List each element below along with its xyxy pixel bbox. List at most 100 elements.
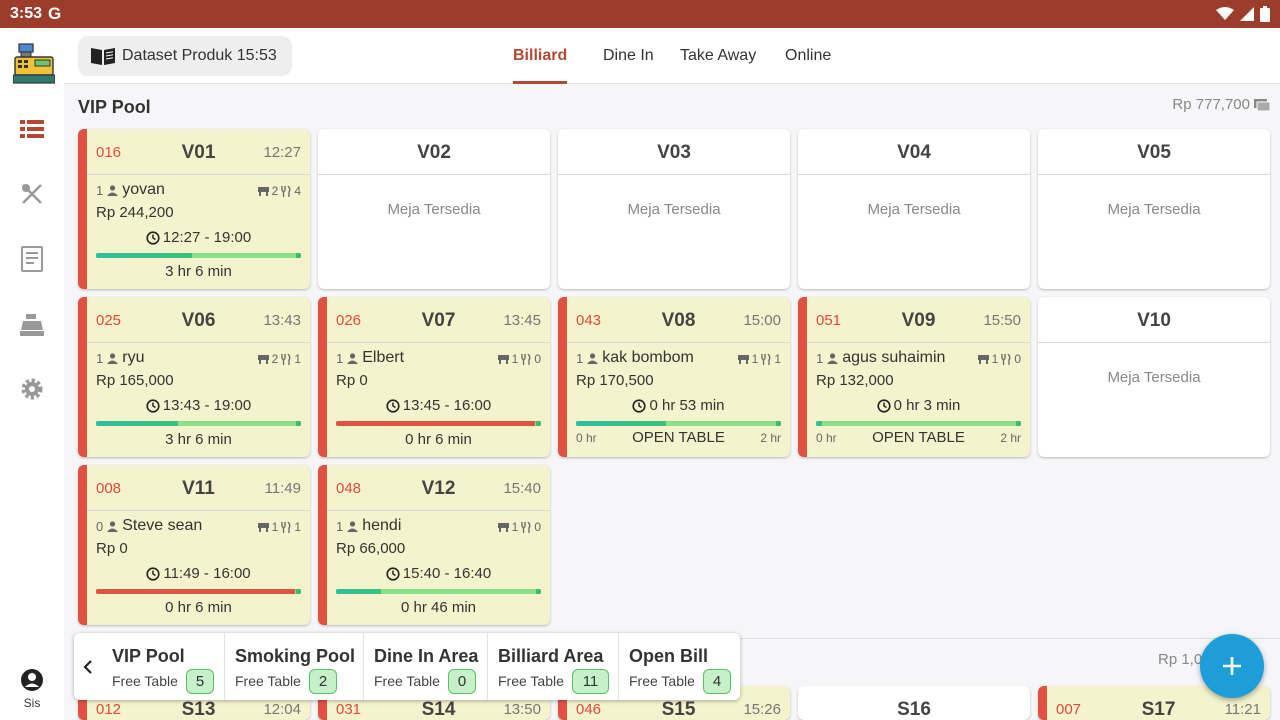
clock-icon [632,398,647,413]
item-count: 1 [774,352,781,366]
guest-info: 1 agus suhaimin [816,349,945,367]
user-profile[interactable]: Sis [0,668,64,710]
item-count: 1 [294,352,301,366]
fork-knife-icon [761,353,771,365]
plus-icon [1223,657,1241,675]
sidebar: Sis [0,28,64,720]
sidebar-item-settings[interactable] [0,364,64,414]
table-card-v08[interactable]: V08 043 15:00 1 kak bombom 1 1 Rp 170,500 0 hr 5… [558,297,790,457]
table-card-header: V10 [1038,297,1270,343]
battery-icon [1260,6,1270,22]
bill-amount: Rp 0 [96,540,128,557]
area-nav-open-bill[interactable]: Open Bill Free Table 4 [618,633,740,700]
bill-amount: Rp 170,500 [576,372,654,389]
table-card-v05[interactable]: V05 Meja Tersedia [1038,129,1270,289]
area-nav-billiard-area[interactable]: Billiard Area Free Table 11 [487,633,618,700]
time-period: 0 hr 53 min [567,397,790,414]
period-text: 13:43 - 19:00 [162,397,252,414]
table-count-icon [977,354,989,364]
guest-info: 1 ryu [96,349,144,367]
free-count-badge: 4 [703,669,731,694]
area-nav: VIP Pool Free Table 5 Smoking Pool Free … [74,633,740,700]
money-icon [1254,98,1270,111]
time-period: 15:40 - 16:40 [327,565,550,582]
table-card-v10[interactable]: V10 Meja Tersedia [1038,297,1270,457]
area-nav-dine-in-area[interactable]: Dine In Area Free Table 0 [363,633,487,700]
order-meta: 10 [977,352,1021,366]
order-meta: 10 [497,352,541,366]
table-card-header: V09 051 15:50 [807,297,1030,343]
table-name: V02 [417,142,451,163]
progress-fill [576,421,667,426]
area-nav-vip-pool[interactable]: VIP Pool Free Table 5 [102,633,225,700]
gear-icon [21,378,43,400]
fork-knife-icon [521,521,531,533]
bill-number: 031 [336,701,362,718]
table-count: 1 [271,520,279,534]
tab-online[interactable]: Online [785,28,831,84]
table-count: 1 [511,352,519,366]
tab-billiard[interactable]: Billiard [513,28,568,84]
sidebar-item-menu[interactable] [0,169,64,219]
person-icon [827,352,839,364]
google-icon: G [48,4,62,23]
cash-register-logo-icon[interactable] [13,42,55,84]
time-period: 13:45 - 16:00 [327,397,550,414]
order-meta: 24 [257,184,301,198]
elapsed-duration: 0 hr 6 min [165,599,232,616]
progress-fill [336,421,535,426]
tab-take-away[interactable]: Take Away [680,28,756,84]
progress-bar [96,589,301,594]
table-card-s16[interactable]: S16 [798,686,1030,720]
person-icon [107,520,119,532]
table-card-v03[interactable]: V03 Meja Tersedia [558,129,790,289]
table-name: S16 [897,699,931,720]
area-nav-back-button[interactable] [74,633,102,700]
customer-name: hendi [362,517,402,534]
start-time: 12:04 [263,701,301,718]
period-text: 12:27 - 19:00 [162,229,252,246]
table-card-v01[interactable]: V01 016 12:27 1 yovan 2 4 Rp 244,200 12:27 - 19:… [78,129,310,289]
item-count: 1 [294,520,301,534]
table-card-header: V11 008 11:49 [87,465,310,511]
free-label: Free Table [374,673,440,689]
bill-number: 007 [1056,701,1082,718]
period-text: 13:45 - 16:00 [402,397,492,414]
open-min: 0 hr [816,430,837,445]
area-nav-smoking-pool[interactable]: Smoking Pool Free Table 2 [224,633,363,700]
progress-tip [296,589,301,594]
sidebar-item-tables[interactable] [0,104,64,154]
bill-amount: Rp 165,000 [96,372,174,389]
table-card-v07[interactable]: V07 026 13:45 1 Elbert 1 0 Rp 0 13:45 - 16:00 0 h… [318,297,550,457]
table-card-header: V03 [558,129,790,175]
sidebar-item-cashier[interactable] [0,300,64,350]
guest-info: 0 Steve sean [96,517,202,535]
guest-count: 0 [96,518,104,534]
dataset-button[interactable]: Dataset Produk 15:53 [78,36,292,76]
guest-info: 1 Elbert [336,349,404,367]
free-count-badge: 2 [309,669,337,694]
table-status: Meja Tersedia [1107,201,1201,218]
bill-amount: Rp 0 [336,372,368,389]
table-card-v06[interactable]: V06 025 13:43 1 ryu 2 1 Rp 165,000 13:43 - 19:00… [78,297,310,457]
table-card-v11[interactable]: V11 008 11:49 0 Steve sean 1 1 Rp 0 11:49 - 16:0… [78,465,310,625]
start-time: 11:49 [264,480,301,497]
table-card-v12[interactable]: V12 048 15:40 1 hendi 1 0 Rp 66,000 15:40 - 16:4… [318,465,550,625]
tab-dine-in[interactable]: Dine In [603,28,654,84]
sidebar-item-orders[interactable] [0,234,64,284]
add-order-button[interactable] [1200,634,1264,698]
table-card-v04[interactable]: V04 Meja Tersedia [798,129,1030,289]
guest-info: 1 yovan [96,181,165,199]
table-card-v02[interactable]: V02 Meja Tersedia [318,129,550,289]
table-card-header: V05 [1038,129,1270,175]
time-period: 12:27 - 19:00 [87,229,310,246]
period-text: 11:49 - 16:00 [163,565,251,582]
customer-name: kak bombom [602,349,694,366]
clock-icon [386,398,400,413]
section-total-vip: Rp 777,700 [1172,96,1270,113]
person-icon [347,520,359,532]
progress-fill [96,253,193,258]
table-card-v09[interactable]: V09 051 15:50 1 agus suhaimin 1 0 Rp 132,000 0 h… [798,297,1030,457]
item-count: 0 [1014,352,1021,366]
table-count: 2 [271,352,279,366]
